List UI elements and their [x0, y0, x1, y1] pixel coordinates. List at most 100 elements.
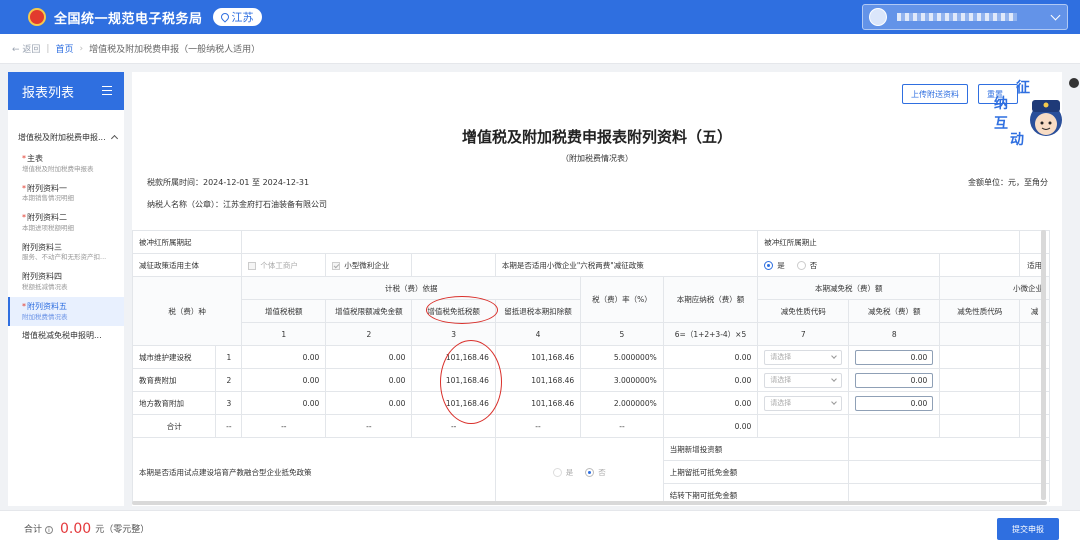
reduction-amount-input[interactable]: 0.00 — [848, 345, 941, 369]
six-tax-question: 本期是否适用小微企业"六税两费"减征政策 — [494, 253, 759, 277]
reduction-code-header: 减免性质代码 — [757, 299, 850, 323]
new-investment-label: 当期新增投资额 — [662, 437, 850, 461]
new-investment-value — [848, 437, 1050, 461]
dash-cell: -- — [215, 414, 243, 438]
user-name-masked — [897, 13, 1017, 21]
select-dropdown[interactable]: 请选择 — [764, 372, 843, 388]
upload-attachments-button[interactable]: 上传附送资料 — [902, 84, 968, 104]
vat-credit-header: 增值税限额减免金额 — [325, 299, 413, 323]
tax-name: 教育费附加 — [132, 368, 217, 392]
sidebar-header: 报表列表 — [8, 72, 124, 110]
prev-remaining-value — [848, 460, 1050, 484]
blank-cell — [939, 414, 1021, 438]
reduction-code-select[interactable]: 请选择 — [757, 368, 850, 392]
chevron-down-icon — [1050, 10, 1061, 20]
vat-amount-cell: 0.00 — [241, 391, 327, 415]
sidebar-group[interactable]: 增值税及附加税费申报... — [8, 132, 124, 143]
tax-type-header: 税（费）种 — [132, 276, 243, 346]
reduction-amount-header: 减免税（费）额 — [848, 299, 941, 323]
sidebar-item-schedule-4[interactable]: 附列资料四 税额抵减情况表 — [8, 267, 124, 297]
sidebar-item-main-form[interactable]: *主表 增值税及附加税费申报表 — [8, 149, 124, 179]
footer-total-label: 合计 i — [24, 522, 56, 535]
pilot-radio-group[interactable]: 是否 — [494, 437, 664, 502]
payable-header: 本期应纳税（费）额 — [662, 276, 759, 323]
sidebar-title: 报表列表 — [22, 85, 75, 101]
radio-disabled-selected-icon — [585, 468, 595, 477]
minimize-icon[interactable] — [1069, 78, 1079, 88]
breadcrumb-separator: | — [46, 43, 50, 54]
tax-name: 城市维护建设税 — [132, 345, 217, 369]
sidebar-item-schedule-5[interactable]: *附列资料五 附加税费情况表 — [8, 296, 124, 327]
sidebar-item-vat-reduction[interactable]: 增值税减免税申报明... — [8, 326, 124, 347]
select-dropdown[interactable]: 请选择 — [764, 395, 843, 411]
pilot-row-1: 本期是否适用试点建设培育产教融合型企业抵免政策 是否 当期新增投资额 — [132, 437, 1050, 502]
checkbox-checked-icon — [332, 261, 341, 270]
reduction-code-select[interactable]: 请选择 — [757, 345, 850, 369]
mascot-char: 征 — [1016, 79, 1030, 96]
col-num: 7 — [757, 322, 850, 346]
offset-end-label: 被冲红所属期止 — [757, 230, 1021, 254]
radio-icon[interactable] — [796, 261, 806, 270]
sidebar-item-label: 附列资料三 — [22, 242, 62, 252]
radio-yes-label: 是 — [777, 260, 785, 270]
surtax-table-wrapper: 被冲红所属期起 被冲红所属期止 减征政策适用主体 个体工商户 小型微利企业 本期… — [132, 230, 1050, 502]
amount-input[interactable]: 0.00 — [855, 349, 934, 365]
reduction-amount-input[interactable]: 0.00 — [848, 368, 941, 392]
individual-option[interactable]: 个体工商户 — [241, 253, 327, 277]
user-menu[interactable] — [862, 4, 1068, 30]
select-placeholder: 请选择 — [770, 375, 792, 384]
reduction-amount-input[interactable]: 0.00 — [848, 391, 941, 415]
vertical-scrollbar[interactable] — [1041, 230, 1046, 500]
offset-period-row: 被冲红所属期起 被冲红所属期止 — [132, 230, 1050, 254]
small-micro-label: 小型微利企业 — [344, 260, 390, 270]
horizontal-scrollbar[interactable] — [132, 501, 1047, 505]
select-dropdown[interactable]: 请选择 — [764, 349, 843, 365]
sidebar-item-schedule-1[interactable]: *附列资料一 本期销售情况明细 — [8, 179, 124, 209]
reduction-code-select[interactable]: 请选择 — [757, 391, 850, 415]
col-num: 4 — [494, 322, 582, 346]
breadcrumb-current: 增值税及附加税费申报（一般纳税人适用） — [89, 45, 261, 55]
total-label: 合计 — [132, 414, 217, 438]
tax-name: 地方教育附加 — [132, 391, 217, 415]
sidebar-item-label: 附列资料一 — [27, 183, 67, 193]
breadcrumb-home[interactable]: 首页 — [55, 42, 73, 55]
payable-cell: 0.00 — [662, 391, 759, 415]
policy-subject-blank — [411, 253, 496, 277]
sidebar-item-sub: 本期进项税额明细 — [22, 223, 74, 232]
province-selector[interactable]: 江苏 — [212, 8, 262, 26]
small-micro-option[interactable]: 小型微利企业 — [325, 253, 413, 277]
back-link[interactable]: ← 返回 — [12, 42, 40, 55]
mascot-char: 互 — [994, 116, 1008, 132]
amount-input[interactable]: 0.00 — [855, 395, 934, 411]
sidebar-item-label: 主表 — [27, 154, 43, 163]
sidebar-item-schedule-2[interactable]: *附列资料二 本期进项税额明细 — [8, 208, 124, 238]
radio-selected-icon[interactable] — [764, 261, 774, 270]
pilot-question: 本期是否适用试点建设培育产教融合型企业抵免政策 — [132, 437, 496, 502]
footer-bar: 合计 i 0.00 元（零元整） — [0, 510, 1080, 546]
policy-subject-row: 减征政策适用主体 个体工商户 小型微利企业 本期是否适用小微企业"六税两费"减征… — [132, 253, 1050, 277]
sidebar-item-schedule-3[interactable]: 附列资料三 服务、不动产和无形资产扣... — [8, 238, 124, 268]
six-tax-radio-group[interactable]: 是否 — [757, 253, 941, 277]
mascot-image[interactable]: 征 纳 互 动 — [988, 78, 1068, 150]
blank-cell — [939, 345, 1021, 369]
report-subtitle: （附加税费情况表） — [561, 154, 633, 163]
offset-start-value[interactable] — [241, 230, 759, 254]
row-number: 1 — [215, 345, 243, 369]
submit-declaration-button[interactable]: 提交申报 — [997, 518, 1059, 540]
dash-cell: -- — [241, 414, 327, 438]
col-num: 8 — [848, 322, 941, 346]
avatar — [869, 8, 887, 26]
info-icon[interactable]: i — [45, 525, 54, 534]
menu-icon[interactable] — [102, 86, 112, 95]
prev-remaining-label: 上期留抵可抵免金额 — [662, 460, 850, 484]
amount-input[interactable]: 0.00 — [855, 372, 934, 388]
taxpayer-name: 纳税人名称（公章）：江苏金府打石油装备有限公司 — [147, 200, 327, 209]
column-number-row: 1 2 3 4 5 6=（1+2+3-4）×5 7 8 — [133, 322, 1050, 346]
vat-amount-header: 增值税税额 — [241, 299, 327, 323]
sidebar-item-label: 附列资料五 — [27, 301, 67, 311]
sidebar-item-sub: 本期销售情况明细 — [22, 194, 74, 203]
location-pin-icon — [218, 11, 231, 23]
chevron-down-icon — [831, 352, 838, 359]
dash-cell: -- — [325, 414, 413, 438]
radio-disabled-icon — [552, 468, 562, 477]
